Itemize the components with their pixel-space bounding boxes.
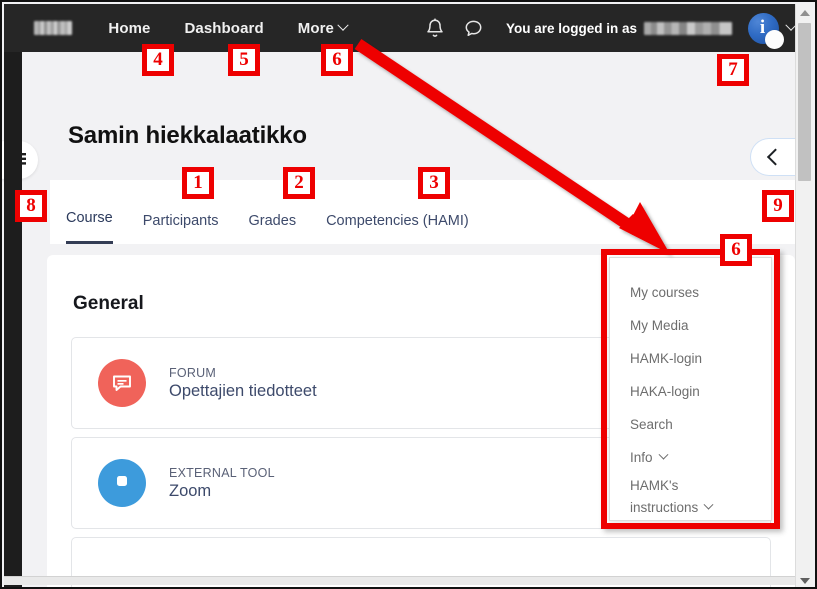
callout-9: 9 [762, 190, 794, 222]
dropdown-item-haka-login[interactable]: HAKA-login [610, 375, 771, 408]
tab-competencies[interactable]: Competencies (HAMI) [326, 213, 469, 244]
dropdown-item-label-line1: HAMK's [630, 478, 679, 494]
block-drawer-toggle[interactable] [750, 138, 796, 176]
dropdown-item-hamk-instructions[interactable]: HAMK's instructions [610, 474, 771, 520]
dropdown-item-my-media[interactable]: My Media [610, 309, 771, 342]
top-navigation-bar: Home Dashboard More You are logged in as [4, 4, 797, 52]
avatar[interactable]: i [748, 12, 784, 49]
callout-1: 1 [182, 167, 214, 199]
dropdown-item-my-courses[interactable]: My courses [610, 276, 771, 309]
forum-icon [98, 359, 146, 407]
nav-home[interactable]: Home [108, 20, 150, 37]
tab-course[interactable]: Course [66, 210, 113, 244]
nav-more-label: More [297, 19, 334, 37]
activity-type: EXTERNAL TOOL [169, 465, 275, 480]
triangle-down-icon [799, 577, 810, 584]
callout-4: 4 [142, 44, 174, 76]
callout-2: 2 [283, 167, 315, 199]
nav-icon-group [425, 17, 484, 39]
dropdown-item-info[interactable]: Info [610, 441, 771, 474]
callout-6-more: 6 [321, 44, 353, 76]
callout-5: 5 [228, 44, 260, 76]
nav-dashboard[interactable]: Dashboard [184, 20, 263, 37]
activity-text: EXTERNAL TOOL Zoom [169, 466, 275, 501]
left-dark-rail [4, 52, 22, 587]
speech-bubble-icon[interactable] [463, 18, 484, 39]
mouse-cursor-icon [765, 29, 784, 49]
page-title: Samin hiekkalaatikko [68, 122, 307, 149]
logged-in-label: You are logged in as [505, 20, 637, 36]
user-menu[interactable]: i [748, 12, 797, 49]
site-logo[interactable] [34, 21, 73, 35]
scrollbar-down-button[interactable] [796, 572, 813, 587]
external-tool-icon [98, 459, 146, 507]
user-name-redacted [644, 21, 732, 35]
callout-6-dropdown: 6 [720, 234, 752, 266]
chevron-left-icon [766, 148, 784, 166]
dropdown-item-label-line2: instructions [630, 500, 699, 515]
activity-text: FORUM Opettajien tiedotteet [169, 366, 317, 401]
activity-name[interactable]: Opettajien tiedotteet [169, 382, 317, 401]
tab-grades[interactable]: Grades [249, 213, 297, 244]
scrollbar-thumb[interactable] [798, 23, 811, 181]
chevron-down-icon [658, 449, 668, 460]
dropdown-item-hamk-login[interactable]: HAMK-login [610, 342, 771, 375]
browser-scrollbar[interactable] [795, 4, 813, 587]
dropdown-item-search[interactable]: Search [610, 408, 771, 441]
dropdown-item-label: Info [630, 450, 653, 465]
activity-type: FORUM [169, 365, 217, 380]
activity-name[interactable]: Zoom [169, 482, 275, 501]
chevron-down-icon [337, 19, 349, 31]
callout-8: 8 [15, 190, 47, 222]
tab-participants[interactable]: Participants [143, 213, 219, 244]
nav-more[interactable]: More [297, 19, 349, 37]
callout-7: 7 [717, 54, 749, 86]
more-dropdown-menu: My courses My Media HAMK-login HAKA-logi… [609, 257, 772, 521]
browser-viewport: Home Dashboard More You are logged in as [0, 0, 817, 589]
bell-icon[interactable] [425, 17, 445, 39]
scrollbar-up-button[interactable] [796, 4, 813, 21]
chevron-down-icon [703, 500, 714, 510]
avatar-letter: i [759, 16, 766, 38]
logged-in-status: You are logged in as [506, 21, 732, 36]
triangle-up-icon [799, 9, 810, 16]
callout-3: 3 [418, 167, 450, 199]
bottom-edge-strip [4, 576, 795, 585]
